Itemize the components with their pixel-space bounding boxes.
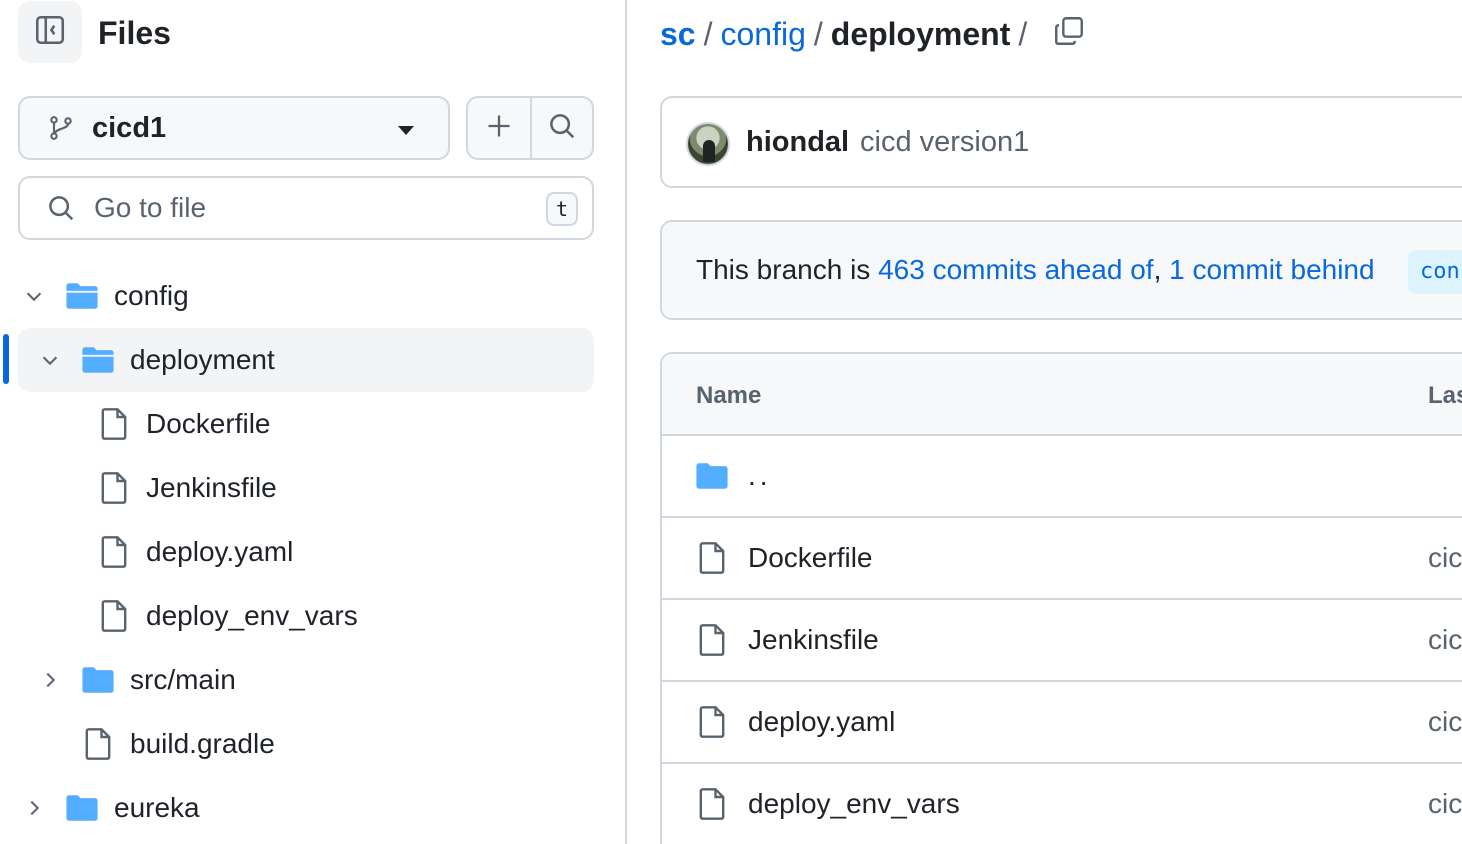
file-name-link[interactable]: Dockerfile [748, 540, 872, 576]
tree-item-deploy-yaml[interactable]: deploy.yaml [18, 520, 594, 584]
file-tree-panel: Files cicd1 Go to file t config deployme… [0, 0, 627, 844]
folder-icon [80, 662, 116, 698]
search-button[interactable] [529, 98, 592, 158]
last-commit-message[interactable]: cic [1428, 786, 1462, 822]
copy-path-button[interactable] [1050, 14, 1088, 52]
file-icon [96, 470, 132, 506]
search-icon [46, 193, 76, 223]
tree-item-label: deployment [130, 344, 275, 375]
last-commit-message[interactable]: cic [1428, 540, 1462, 576]
commit-message[interactable]: cicd version1 [860, 124, 1029, 160]
go-to-file-placeholder: Go to file [94, 192, 207, 223]
tree-item-label: src/main [130, 664, 236, 695]
file-icon [694, 704, 730, 740]
file-icon [96, 534, 132, 570]
chevron-right-icon[interactable] [38, 668, 62, 692]
branch-name: cicd1 [92, 111, 167, 144]
sidebar-collapse-icon [33, 13, 67, 52]
file-icon [694, 786, 730, 822]
tree-actions [466, 96, 594, 160]
table-row-parent-dir[interactable]: .. [662, 436, 1462, 518]
tree-item-label: deploy_env_vars [146, 600, 358, 631]
table-row[interactable]: Dockerfile cic [662, 518, 1462, 600]
file-list-table: Name Las .. Dockerfile cic Jenkinsfile c… [660, 352, 1462, 844]
branch-status-text: This branch is 463 commits ahead of, 1 c… [696, 252, 1375, 288]
file-icon [80, 726, 116, 762]
commits-ahead-link[interactable]: 463 commits ahead of [878, 254, 1154, 285]
active-indicator [3, 334, 9, 384]
breadcrumb-link-config[interactable]: config [720, 16, 805, 53]
breadcrumb-separator: / [1018, 15, 1028, 52]
column-header-last-commit: Las [1428, 382, 1462, 409]
folder-icon [694, 458, 730, 494]
folder-icon [64, 790, 100, 826]
tree-item-build-gradle[interactable]: build.gradle [18, 712, 594, 776]
file-name-link[interactable]: deploy_env_vars [748, 786, 960, 822]
tree-item-config[interactable]: config [18, 264, 594, 328]
breadcrumb: sc / config / deployment / [660, 12, 1035, 56]
branch-status-prefix: This branch is [696, 254, 879, 285]
tree-item-label: build.gradle [130, 728, 275, 759]
keyboard-shortcut-hint: t [546, 192, 578, 226]
table-row[interactable]: deploy_env_vars cic [662, 764, 1462, 844]
file-name-link[interactable]: Jenkinsfile [748, 622, 879, 658]
last-commit-message[interactable]: cic [1428, 622, 1462, 658]
file-icon [694, 622, 730, 658]
go-to-file-input[interactable]: Go to file t [18, 176, 594, 240]
tree-item-src-main[interactable]: src/main [18, 648, 594, 712]
branch-selector[interactable]: cicd1 [18, 96, 450, 160]
plus-icon [485, 112, 513, 145]
folder-open-icon [64, 278, 100, 314]
breadcrumb-separator: / [703, 15, 713, 52]
chevron-down-icon [398, 126, 414, 135]
tree-item-label: deploy.yaml [146, 536, 294, 567]
breadcrumb-separator: / [813, 15, 823, 52]
chevron-right-icon[interactable] [22, 796, 46, 820]
file-name-link[interactable]: deploy.yaml [748, 704, 895, 740]
folder-open-icon [80, 342, 116, 378]
parent-directory-link[interactable]: .. [748, 458, 772, 494]
commits-behind-link[interactable]: 1 commit behind [1169, 254, 1374, 285]
tree-item-label: config [114, 280, 189, 311]
file-icon [694, 540, 730, 576]
tree-item-dockerfile[interactable]: Dockerfile [18, 392, 594, 456]
add-file-button[interactable] [468, 98, 530, 158]
last-commit-message[interactable]: cic [1428, 704, 1462, 740]
tree-item-jenkinsfile[interactable]: Jenkinsfile [18, 456, 594, 520]
file-icon [96, 598, 132, 634]
tree-item-eureka[interactable]: eureka [18, 776, 594, 840]
tree-item-label: Jenkinsfile [146, 472, 277, 503]
branch-status-comma: , [1153, 254, 1162, 285]
tree-item-label: eureka [114, 792, 200, 823]
table-row[interactable]: deploy.yaml cic [662, 682, 1462, 764]
tree-item-deploy-env-vars[interactable]: deploy_env_vars [18, 584, 594, 648]
search-icon [547, 111, 577, 146]
table-header: Name Las [662, 354, 1462, 436]
collapse-sidebar-button[interactable] [18, 1, 82, 63]
breadcrumb-link-sc[interactable]: sc [660, 16, 696, 53]
tree-item-label: Dockerfile [146, 408, 271, 439]
avatar[interactable] [686, 122, 730, 166]
tree-item-deployment[interactable]: deployment [18, 328, 594, 392]
base-branch-chip[interactable]: con [1408, 250, 1462, 294]
branch-status-banner: This branch is 463 commits ahead of, 1 c… [660, 220, 1462, 320]
git-branch-icon [46, 113, 76, 143]
commit-author[interactable]: hiondal [746, 124, 849, 160]
table-row[interactable]: Jenkinsfile cic [662, 600, 1462, 682]
chevron-down-icon[interactable] [38, 348, 62, 372]
file-icon [96, 406, 132, 442]
column-header-name: Name [696, 382, 762, 409]
files-title: Files [98, 15, 171, 51]
latest-commit-box: hiondal cicd version1 [660, 96, 1462, 188]
copy-icon [1052, 14, 1086, 53]
chevron-down-icon[interactable] [22, 284, 46, 308]
breadcrumb-current: deployment [830, 15, 1011, 52]
